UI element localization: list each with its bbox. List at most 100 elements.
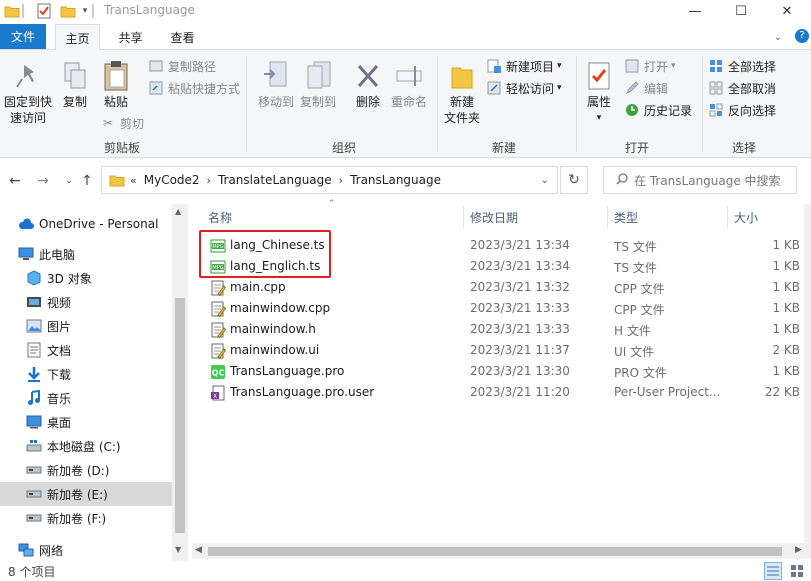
- maximize-button[interactable]: ☐: [718, 0, 764, 22]
- invert-selection-button[interactable]: 反向选择: [708, 100, 776, 120]
- forward-arrow-icon[interactable]: →: [34, 172, 52, 190]
- sidebar-item[interactable]: 新加卷 (F:): [0, 506, 172, 530]
- chevron-right-icon[interactable]: ›: [205, 174, 213, 187]
- file-row[interactable]: QC TransLanguage.pro 2023/3/21 13:30 PRO 文件…: [192, 362, 804, 383]
- sidebar-item[interactable]: 音乐: [0, 386, 172, 410]
- properties-dropdown-icon: ▾: [596, 113, 602, 123]
- scroll-left-icon[interactable]: ◀: [195, 545, 202, 555]
- close-button[interactable]: ✕: [764, 0, 810, 22]
- copy-path-button[interactable]: 复制路径: [148, 56, 216, 76]
- file-row[interactable]: main.cpp 2023/3/21 13:32 CPP 文件 1 KB: [192, 278, 804, 299]
- sidebar-scroll-thumb[interactable]: [175, 298, 185, 533]
- column-header-type[interactable]: 类型: [614, 206, 638, 228]
- column-separator[interactable]: [607, 206, 608, 228]
- back-arrow-icon[interactable]: ←: [6, 172, 24, 190]
- edit-button[interactable]: 编辑: [624, 78, 668, 98]
- sidebar-item[interactable]: 新加卷 (E:): [0, 482, 172, 506]
- sidebar-item[interactable]: 本地磁盘 (C:): [0, 434, 172, 458]
- scroll-down-icon[interactable]: ▼: [175, 545, 181, 554]
- breadcrumb-translatelanguage[interactable]: TranslateLanguage: [213, 173, 337, 187]
- pin-quick-access-button[interactable]: 固定到快 速访问: [2, 60, 54, 126]
- column-header-date[interactable]: 修改日期: [470, 206, 518, 228]
- chevron-right-icon[interactable]: ›: [337, 174, 345, 187]
- tab-view[interactable]: 查看: [160, 24, 205, 50]
- file-date: 2023/3/21 13:32: [470, 280, 570, 294]
- sidebar-item[interactable]: 新加卷 (D:): [0, 458, 172, 482]
- new-folder-icon[interactable]: [60, 3, 76, 19]
- properties-button[interactable]: 属性 ▾: [581, 60, 617, 126]
- large-icons-view-icon[interactable]: [788, 562, 806, 580]
- sidebar-item[interactable]: 文档: [0, 338, 172, 362]
- sidebar-item[interactable]: 桌面: [0, 410, 172, 434]
- sidebar-item-label: 文档: [47, 343, 72, 358]
- address-dropdown-icon[interactable]: ⌄: [541, 175, 549, 186]
- edit-icon: [624, 80, 640, 96]
- text-file-icon: [210, 343, 227, 360]
- sidebar-item-label: 此电脑: [39, 247, 76, 262]
- sidebar-item[interactable]: 图片: [0, 314, 172, 338]
- list-vertical-scrollbar[interactable]: [804, 204, 811, 543]
- sidebar-item[interactable]: 此电脑: [0, 242, 172, 266]
- document-icon: [26, 342, 42, 358]
- copy-button[interactable]: 复制: [58, 60, 92, 110]
- easy-access-button[interactable]: 轻松访问 ▾: [486, 78, 562, 98]
- up-arrow-icon[interactable]: ↑: [78, 172, 96, 190]
- drive-icon: [26, 510, 42, 526]
- select-none-button[interactable]: 全部取消: [708, 78, 776, 98]
- file-name: mainwindow.ui: [230, 343, 320, 357]
- file-type: TS 文件: [614, 261, 657, 275]
- tab-share[interactable]: 共享: [108, 24, 153, 50]
- new-item-button[interactable]: 新建项目 ▾: [486, 56, 562, 76]
- address-bar[interactable]: « MyCode2 › TranslateLanguage › TransLan…: [101, 166, 558, 194]
- ribbon-separator: [437, 56, 438, 152]
- scroll-up-icon[interactable]: ▲: [175, 207, 181, 216]
- file-row[interactable]: X TransLanguage.pro.user 2023/3/21 11:20 Pe…: [192, 383, 804, 404]
- tab-file[interactable]: 文件: [0, 24, 46, 49]
- paste-shortcut-label: 粘贴快捷方式: [168, 81, 241, 96]
- sidebar-item[interactable]: 3D 对象: [0, 266, 172, 290]
- collapse-ribbon-icon[interactable]: ⌄: [770, 24, 786, 50]
- properties-icon[interactable]: [36, 3, 52, 19]
- sidebar-item[interactable]: 网络: [0, 538, 172, 562]
- file-row[interactable]: mainwindow.cpp 2023/3/21 13:33 CPP 文件 1 KB: [192, 299, 804, 320]
- move-to-button[interactable]: 移动到: [255, 60, 297, 110]
- history-button[interactable]: 历史记录: [624, 100, 692, 120]
- delete-button[interactable]: 删除: [350, 60, 386, 110]
- details-view-icon[interactable]: [764, 562, 782, 580]
- overflow-chevron[interactable]: «: [128, 174, 139, 187]
- rename-button[interactable]: 重命名: [388, 60, 430, 110]
- file-type: H 文件: [614, 324, 651, 338]
- music-icon: [26, 390, 42, 406]
- select-all-button[interactable]: 全部选择: [708, 56, 776, 76]
- copy-to-button[interactable]: 复制到: [297, 60, 339, 110]
- tab-home[interactable]: 主页: [55, 24, 100, 51]
- sidebar-item[interactable]: 视频: [0, 290, 172, 314]
- file-row[interactable]: mainwindow.ui 2023/3/21 11:37 UI 文件 2 KB: [192, 341, 804, 362]
- sidebar-item[interactable]: OneDrive - Personal: [0, 212, 172, 236]
- recent-locations-icon[interactable]: ⌄: [60, 172, 78, 190]
- column-separator[interactable]: [727, 206, 728, 228]
- paste-button[interactable]: 粘贴: [98, 60, 134, 110]
- drive-icon: [26, 462, 42, 478]
- open-button[interactable]: 打开 ▾: [624, 56, 676, 76]
- new-folder-button[interactable]: 新建 文件夹: [440, 60, 484, 126]
- sidebar-item[interactable]: 下载: [0, 362, 172, 386]
- minimize-button[interactable]: —: [672, 0, 718, 22]
- column-separator[interactable]: [463, 206, 464, 228]
- file-size: 1 KB: [772, 301, 800, 315]
- refresh-button[interactable]: ↻: [560, 166, 588, 194]
- column-header-name[interactable]: 名称: [208, 206, 232, 228]
- scroll-right-icon[interactable]: ▶: [795, 545, 802, 555]
- file-row[interactable]: mainwindow.h 2023/3/21 13:33 H 文件 1 KB: [192, 320, 804, 341]
- cloud-icon: [18, 216, 34, 232]
- cut-button[interactable]: ✂ 剪切: [100, 113, 144, 133]
- breadcrumb-translanguage[interactable]: TransLanguage: [345, 173, 446, 187]
- column-header-size[interactable]: 大小: [734, 206, 758, 228]
- breadcrumb-mycode2[interactable]: MyCode2: [139, 173, 205, 187]
- help-icon[interactable]: ?: [795, 29, 809, 43]
- list-horizontal-scroll-thumb[interactable]: [208, 547, 782, 556]
- paste-shortcut-button[interactable]: 粘贴快捷方式: [148, 78, 240, 98]
- organize-group-label: 组织: [331, 141, 356, 155]
- customize-quick-access-icon[interactable]: ▾: [80, 3, 90, 19]
- search-input[interactable]: 在 TransLanguage 中搜索: [603, 166, 797, 194]
